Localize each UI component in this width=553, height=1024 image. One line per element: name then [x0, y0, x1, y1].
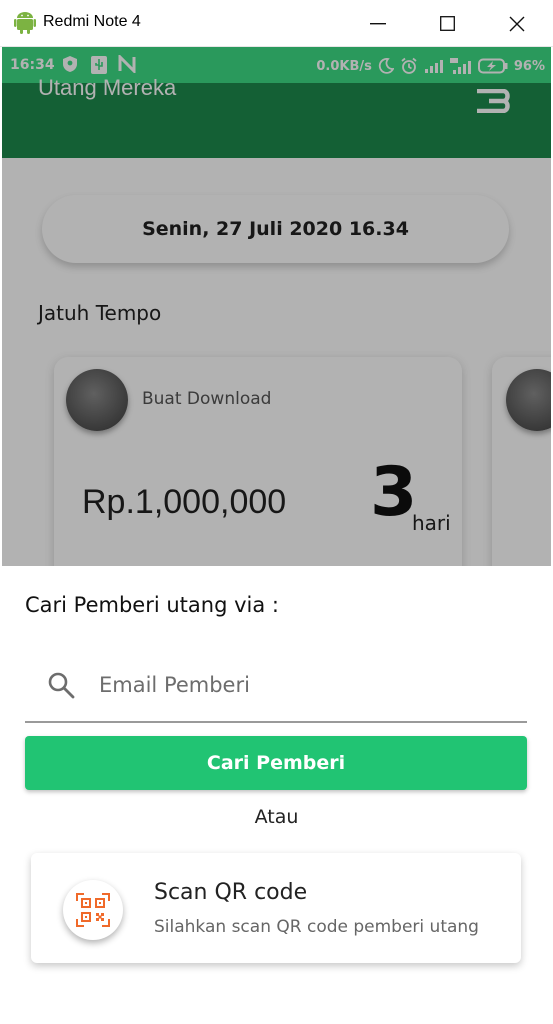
- qr-subtitle: Silahkan scan QR code pemberi utang: [154, 917, 479, 937]
- window-title: Redmi Note 4: [43, 13, 141, 30]
- qr-title: Scan QR code: [154, 880, 308, 905]
- minimize-icon: [370, 22, 386, 24]
- or-label: Atau: [254, 806, 299, 828]
- bottom-sheet: Cari Pemberi utang via : Cari Pemberi At…: [2, 566, 551, 1022]
- device-screen: 16:34 0.0KB/s 96% Utang Mereka Senin, 27…: [2, 47, 551, 1022]
- email-search-field[interactable]: [25, 661, 527, 723]
- maximize-button[interactable]: [412, 0, 482, 47]
- window-titlebar: Redmi Note 4: [0, 0, 553, 47]
- android-icon: [14, 12, 36, 34]
- search-lender-button[interactable]: Cari Pemberi: [25, 736, 527, 790]
- sheet-title: Cari Pemberi utang via :: [25, 593, 279, 617]
- close-button[interactable]: [482, 0, 552, 47]
- maximize-icon: [439, 16, 455, 31]
- email-input[interactable]: [99, 665, 509, 705]
- close-icon: [509, 16, 525, 31]
- minimize-button[interactable]: [343, 0, 413, 47]
- search-icon: [48, 672, 75, 699]
- qr-badge: [63, 880, 123, 940]
- qr-code-icon: [76, 893, 110, 927]
- scan-qr-card[interactable]: Scan QR code Silahkan scan QR code pembe…: [31, 853, 521, 963]
